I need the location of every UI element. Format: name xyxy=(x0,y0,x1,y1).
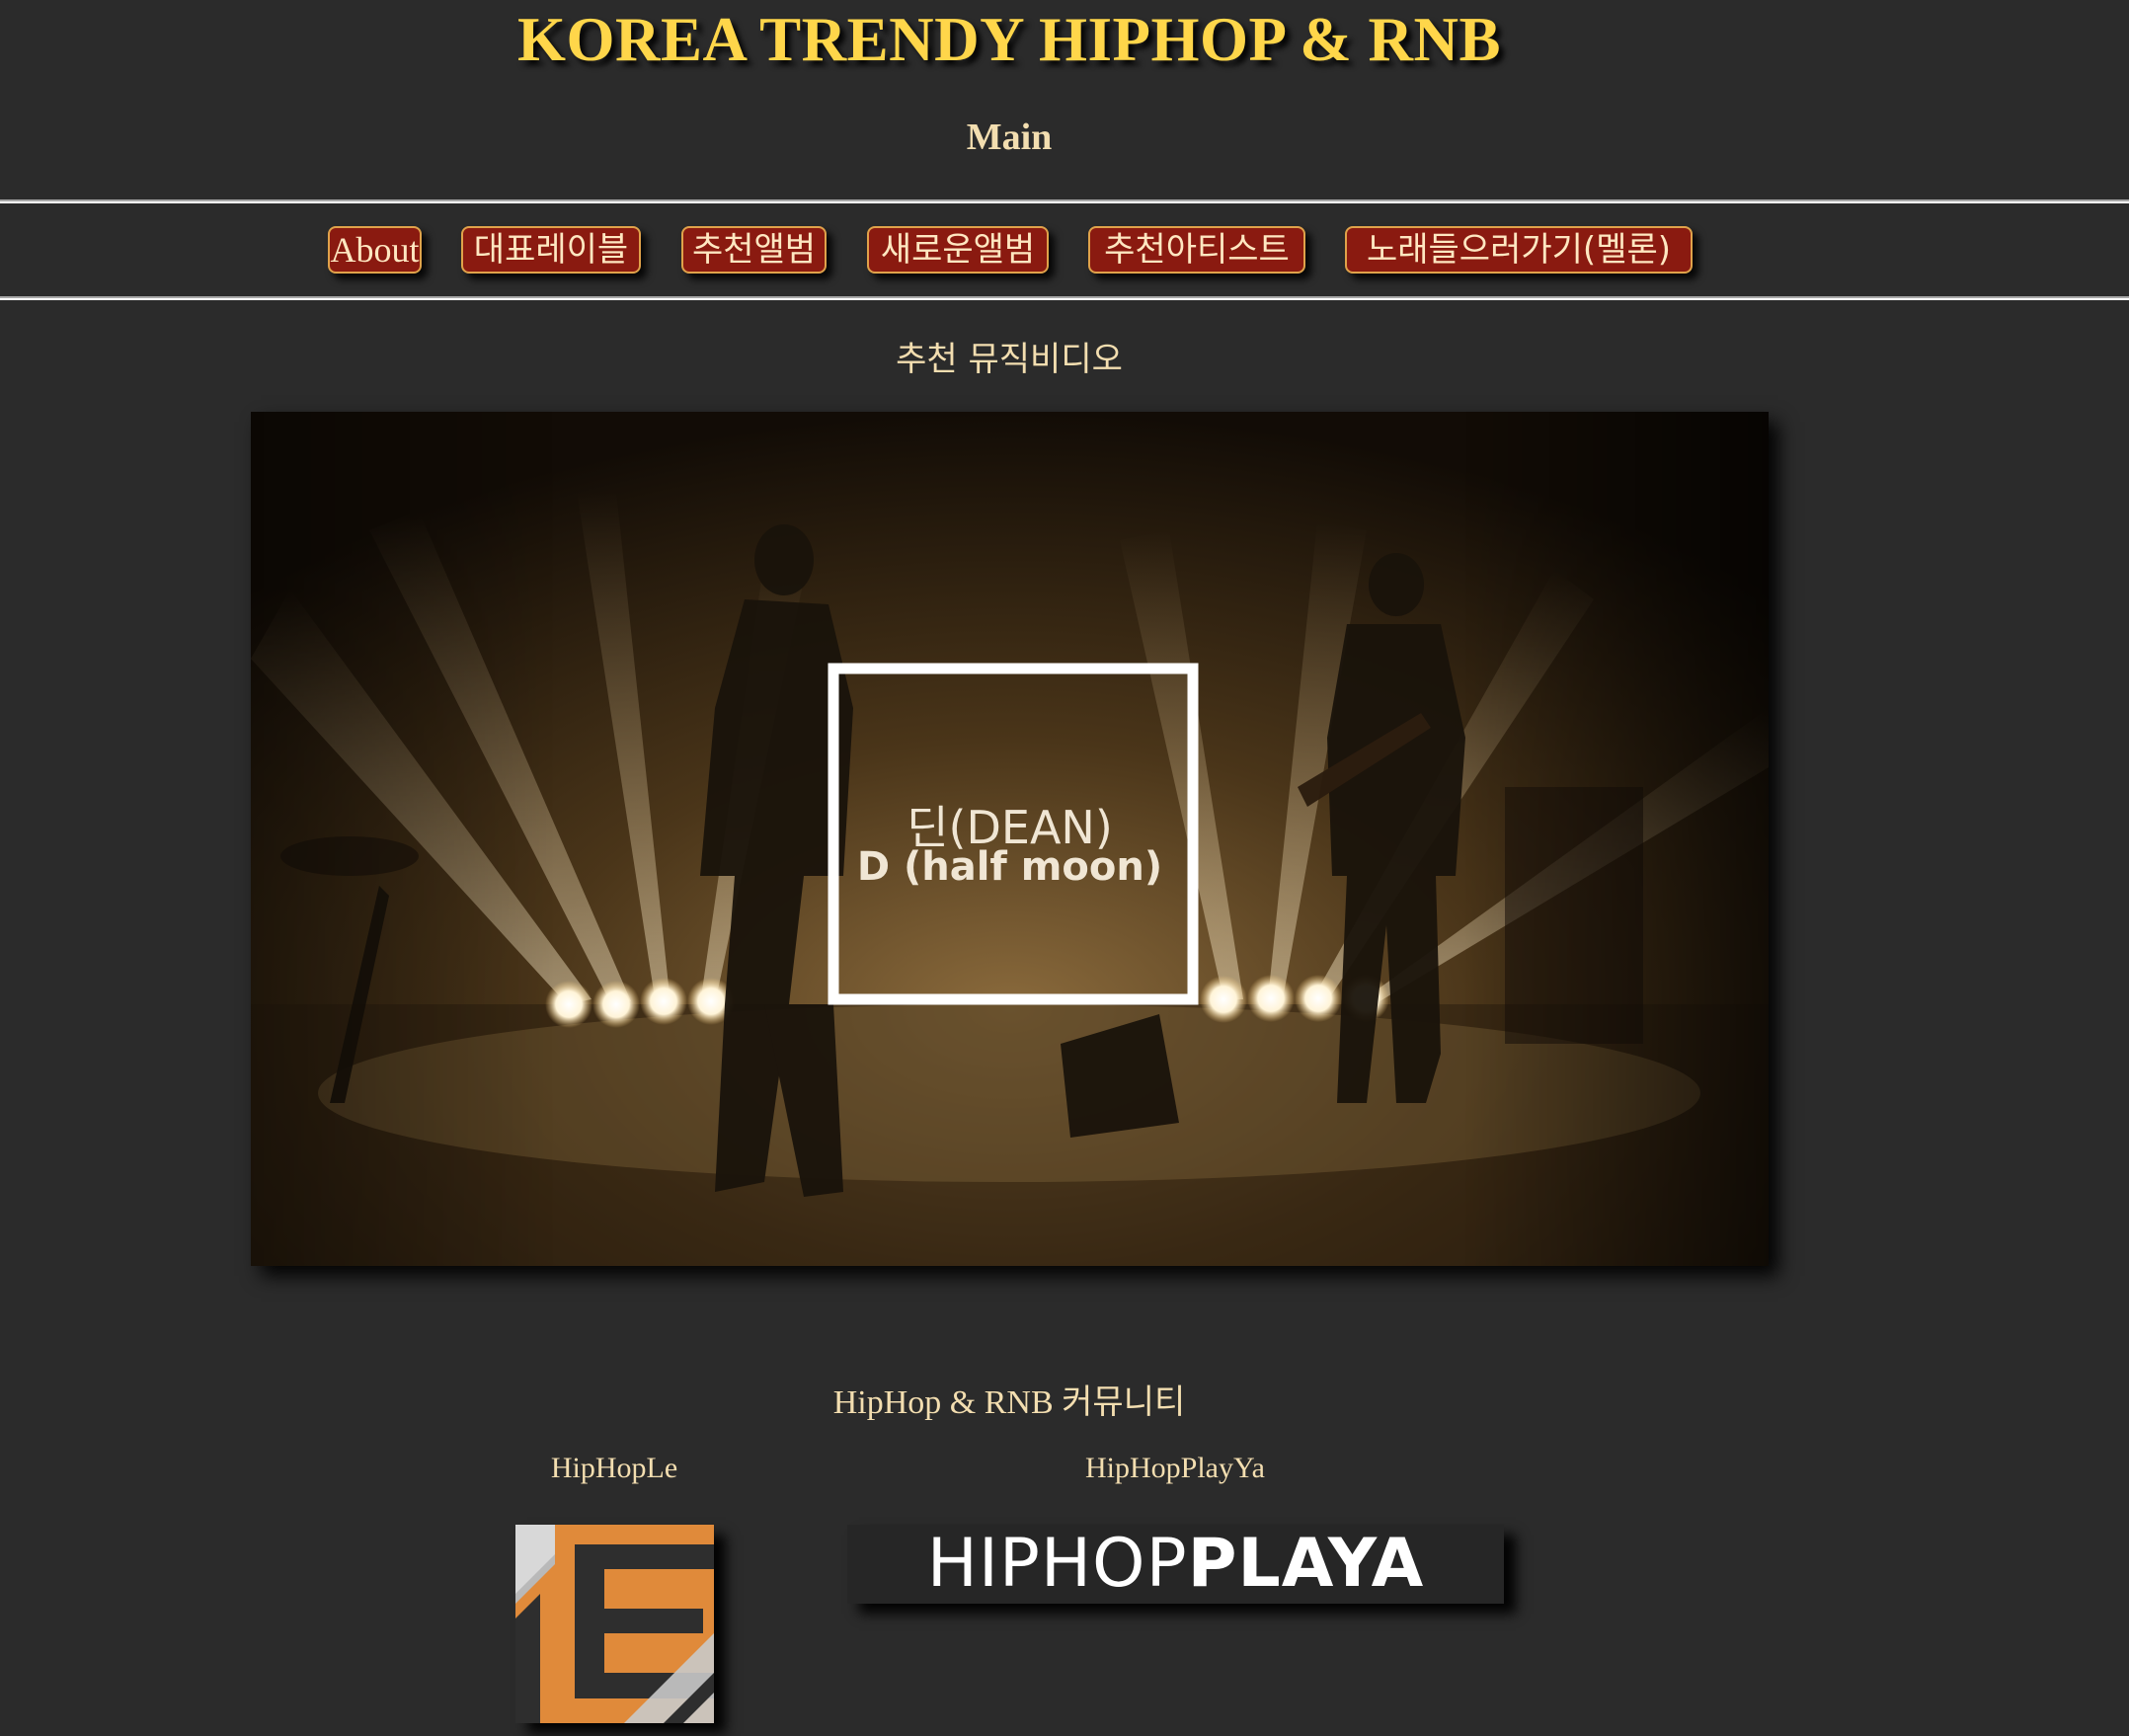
nav-recommended-artists-button[interactable]: 추천아티스트 xyxy=(1088,226,1305,274)
main-nav: About 대표레이블 추천앨범 새로운앨범 추천아티스트 노래들으러가기(멜론… xyxy=(0,226,2129,277)
music-video-player[interactable]: 딘(DEAN) D (half moon) xyxy=(251,412,1769,1266)
page-heading: Main xyxy=(966,117,1053,158)
video-song-caption: D (half moon) xyxy=(856,844,1163,890)
logo-text-bold: PLAYA xyxy=(1187,1525,1425,1603)
hiphopplaya-logo-link[interactable]: HIPHOPPLAYA xyxy=(847,1525,1504,1604)
community-section-title: HipHop & RNB 커뮤니티 xyxy=(832,1384,1186,1421)
nav-labels-button[interactable]: 대표레이블 xyxy=(461,226,641,274)
logo-text-thin: HIPHOP xyxy=(926,1525,1188,1603)
hiphopplaya-label: HipHopPlayYa xyxy=(1085,1452,1265,1484)
nav-divider-top xyxy=(0,199,2129,203)
hiphople-logo-link[interactable] xyxy=(515,1525,714,1723)
music-video-section-title: 추천 뮤직비디오 xyxy=(896,340,1123,379)
hiphople-logo-icon xyxy=(515,1525,714,1723)
nav-melon-button[interactable]: 노래들으러가기(멜론) xyxy=(1345,226,1693,274)
nav-divider-bottom xyxy=(0,296,2129,300)
nav-about-button[interactable]: About xyxy=(328,226,422,274)
hiphopplaya-logo-icon: HIPHOPPLAYA xyxy=(847,1525,1504,1604)
site-title: KOREA TRENDY HIPHOP & RNB xyxy=(516,5,1502,74)
nav-new-albums-button[interactable]: 새로운앨범 xyxy=(867,226,1049,274)
hiphople-label: HipHopLe xyxy=(550,1452,678,1484)
nav-recommended-albums-button[interactable]: 추천앨범 xyxy=(681,226,827,274)
